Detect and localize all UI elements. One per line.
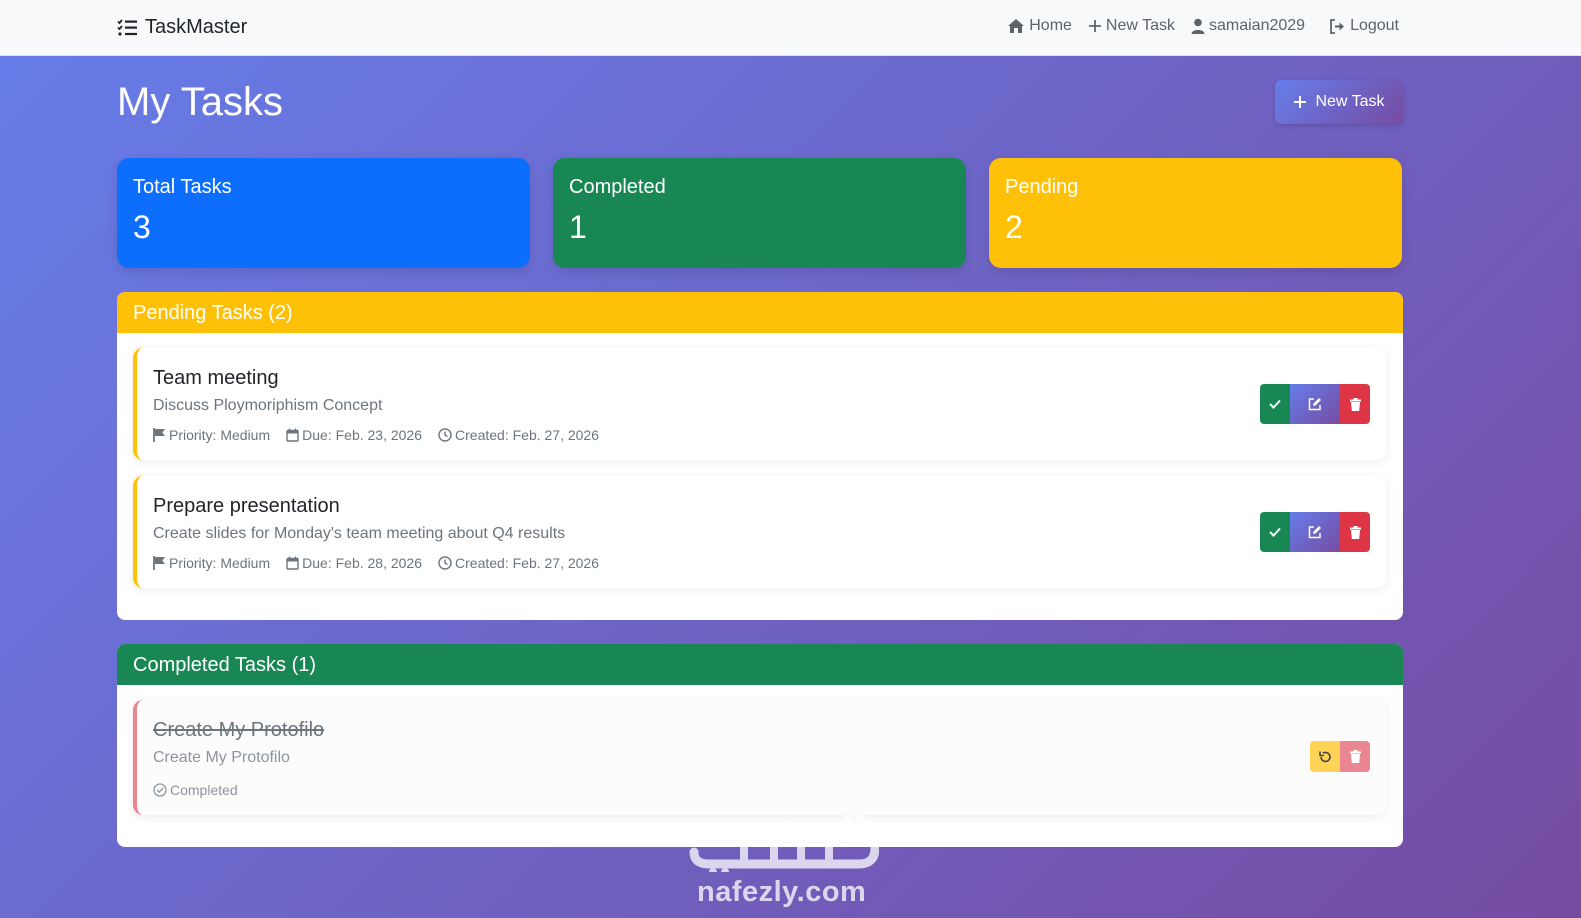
task-status-text: Completed (170, 782, 238, 798)
task-due-date: Due: Feb. 23, 2026 (286, 427, 422, 443)
task-due-text: Due: Feb. 28, 2026 (302, 555, 423, 571)
task-due-date: Due: Feb. 28, 2026 (286, 555, 422, 571)
nav-home-label: Home (1029, 17, 1072, 34)
calendar-icon (286, 556, 299, 570)
navbar: TaskMaster Home New Task samaian2029 Log… (0, 0, 1581, 56)
check-icon (1269, 399, 1281, 409)
watermark-text: nafezly.com (697, 876, 867, 908)
task-priority-text: Priority: Medium (169, 427, 271, 443)
nav-links: Home New Task samaian2029 Logout (991, 17, 1399, 35)
task-description: Discuss Ploymoriphism Concept (153, 397, 383, 414)
task-card: Create My Protofilo Create My Protofilo … (133, 700, 1386, 815)
nav-home-link[interactable]: Home (1007, 17, 1072, 35)
task-title: Prepare presentation (153, 495, 340, 517)
pending-tasks-header: Pending Tasks (2) (117, 292, 1403, 333)
task-created-date: Created: Feb. 27, 2026 (438, 427, 599, 443)
clock-icon (438, 556, 452, 570)
task-priority: Priority: Medium (153, 427, 270, 443)
calendar-icon (286, 428, 299, 442)
task-actions (1310, 741, 1370, 772)
task-title: Create My Protofilo (153, 719, 325, 741)
flag-icon (153, 556, 165, 570)
check-circle-icon (153, 783, 167, 797)
delete-task-button[interactable] (1340, 741, 1370, 772)
brand-name: TaskMaster (145, 16, 248, 38)
task-created-date: Created: Feb. 27, 2026 (438, 555, 599, 571)
completed-tasks-count: 1 (569, 209, 587, 245)
task-due-text: Due: Feb. 23, 2026 (302, 427, 423, 443)
task-priority-text: Priority: Medium (169, 555, 271, 571)
task-actions (1260, 512, 1370, 552)
delete-task-button[interactable] (1340, 384, 1370, 424)
completed-tasks-label: Completed (569, 176, 666, 198)
task-card: Prepare presentation Create slides for M… (133, 476, 1386, 588)
task-created-text: Created: Feb. 27, 2026 (455, 555, 600, 571)
brand[interactable]: TaskMaster (117, 16, 247, 39)
user-icon (1191, 18, 1205, 34)
complete-task-button[interactable] (1260, 512, 1290, 552)
pending-tasks-panel: Pending Tasks (2) Team meeting Discuss P… (117, 292, 1403, 620)
trash-icon (1349, 397, 1361, 411)
watermark-logo (689, 813, 880, 876)
task-meta: Priority: Medium Due: Feb. 28, 2026 Crea… (153, 555, 615, 571)
delete-task-button[interactable] (1340, 512, 1370, 552)
home-icon (1008, 19, 1025, 33)
trash-icon (1349, 525, 1361, 539)
nav-logout-link[interactable]: Logout (1329, 17, 1399, 35)
pending-tasks-label: Pending (1005, 176, 1079, 198)
completed-tasks-header: Completed Tasks (1) (117, 644, 1403, 685)
task-actions (1260, 384, 1370, 424)
undo-task-button[interactable] (1310, 741, 1340, 772)
flag-icon (153, 428, 165, 442)
task-description: Create slides for Monday's team meeting … (153, 525, 566, 542)
trash-icon (1349, 750, 1361, 763)
plus-icon (1088, 20, 1101, 32)
logout-icon (1330, 18, 1345, 34)
pending-tasks-card: Pending 2 (989, 158, 1402, 268)
nav-user-link[interactable]: samaian2029 (1191, 17, 1305, 35)
tasks-list-icon (117, 18, 137, 36)
undo-icon (1319, 751, 1331, 762)
task-meta: Priority: Medium Due: Feb. 23, 2026 Crea… (153, 427, 615, 443)
new-task-button-label: New Task (1315, 93, 1385, 110)
new-task-button[interactable]: New Task (1275, 80, 1403, 124)
nav-new-task-link[interactable]: New Task (1088, 17, 1175, 35)
task-card: Team meeting Discuss Ploymoriphism Conce… (133, 348, 1386, 460)
task-description: Create My Protofilo (153, 749, 290, 766)
edit-task-button[interactable] (1290, 384, 1340, 424)
task-title: Team meeting (153, 367, 279, 389)
edit-icon (1308, 526, 1321, 539)
page-title: My Tasks (117, 80, 283, 124)
completed-tasks-card: Completed 1 (553, 158, 966, 268)
nav-new-task-label: New Task (1105, 17, 1175, 34)
task-created-text: Created: Feb. 27, 2026 (455, 427, 600, 443)
plus-icon (1294, 96, 1307, 108)
total-tasks-count: 3 (133, 209, 151, 245)
edit-icon (1308, 398, 1321, 411)
nav-logout-label: Logout (1350, 17, 1399, 34)
task-priority: Priority: Medium (153, 555, 270, 571)
task-status: Completed (153, 782, 238, 798)
edit-task-button[interactable] (1290, 512, 1340, 552)
clock-icon (438, 428, 452, 442)
task-meta: Completed (153, 782, 254, 798)
total-tasks-label: Total Tasks (133, 176, 232, 198)
complete-task-button[interactable] (1260, 384, 1290, 424)
check-icon (1269, 527, 1281, 537)
total-tasks-card: Total Tasks 3 (117, 158, 530, 268)
nav-username: samaian2029 (1208, 17, 1306, 34)
pending-tasks-count: 2 (1005, 209, 1023, 245)
watermark: nafezly.com (689, 812, 880, 912)
